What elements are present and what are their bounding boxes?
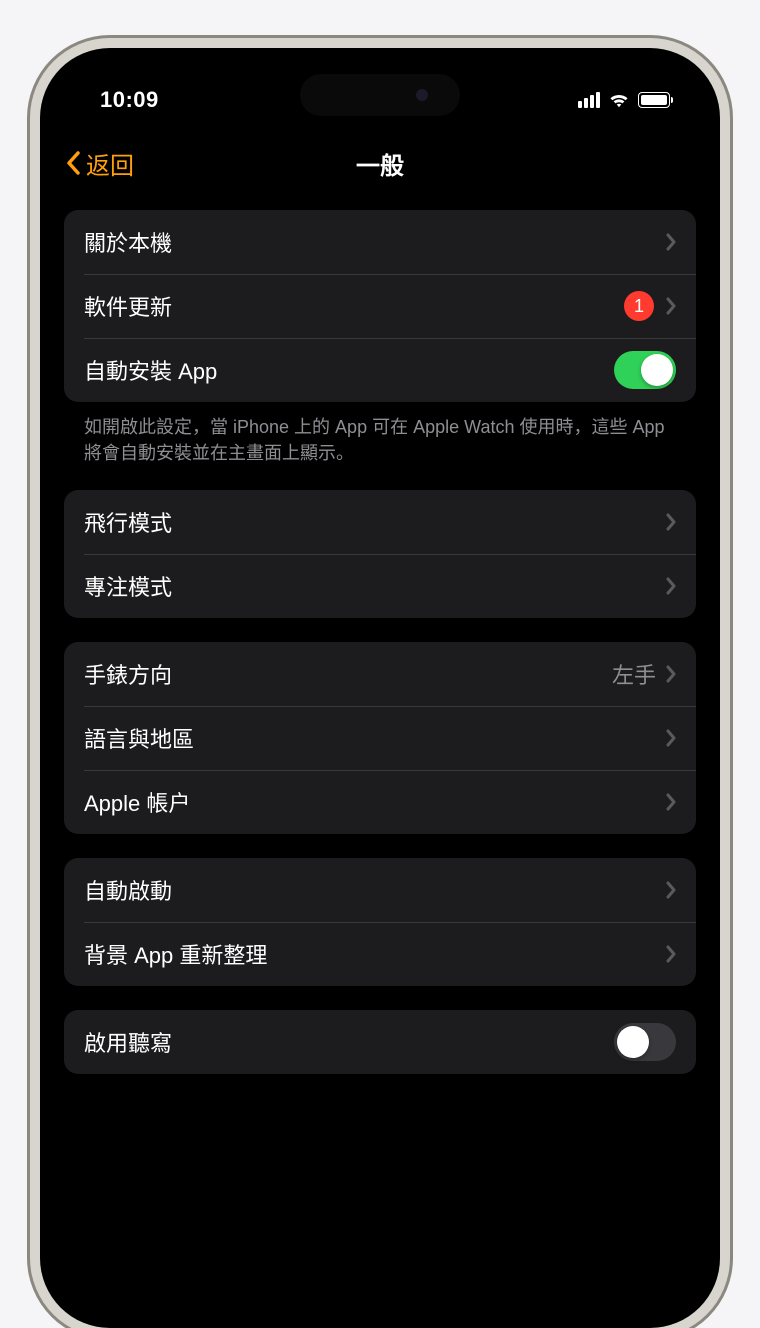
apple-account-row[interactable]: Apple 帳户 (64, 770, 696, 834)
settings-group-dictation: 啟用聽寫 (64, 1010, 696, 1074)
chevron-left-icon (66, 151, 82, 175)
auto-install-row: 自動安裝 App (64, 338, 696, 402)
dictation-row: 啟用聽寫 (64, 1010, 696, 1074)
chevron-right-icon (666, 881, 676, 899)
apple-account-label: Apple 帳户 (84, 786, 666, 818)
dynamic-island (300, 74, 460, 116)
back-label: 返回 (86, 146, 134, 181)
notification-badge: 1 (624, 291, 654, 321)
orientation-row[interactable]: 手錶方向 左手 (64, 642, 696, 706)
auto-install-toggle[interactable] (614, 351, 676, 389)
settings-group-general: 關於本機 軟件更新 1 自動安裝 App (64, 210, 696, 402)
settings-group-device: 手錶方向 左手 語言與地區 Apple 帳户 (64, 642, 696, 834)
status-time: 10:09 (100, 87, 159, 113)
chevron-right-icon (666, 665, 676, 683)
chevron-right-icon (666, 297, 676, 315)
back-button[interactable]: 返回 (66, 146, 134, 181)
orientation-label: 手錶方向 (84, 658, 612, 690)
auto-install-footer: 如開啟此設定，當 iPhone 上的 App 可在 Apple Watch 使用… (64, 402, 696, 466)
auto-launch-row[interactable]: 自動啟動 (64, 858, 696, 922)
about-label: 關於本機 (84, 226, 666, 258)
focus-mode-label: 專注模式 (84, 570, 666, 602)
dictation-label: 啟用聽寫 (84, 1026, 614, 1058)
dictation-toggle[interactable] (614, 1023, 676, 1061)
page-title: 一般 (356, 146, 404, 181)
language-region-row[interactable]: 語言與地區 (64, 706, 696, 770)
auto-install-label: 自動安裝 App (84, 354, 614, 386)
orientation-value: 左手 (612, 658, 656, 690)
battery-icon (638, 92, 670, 108)
content-area: 關於本機 軟件更新 1 自動安裝 App 如開啟此設定，當 iPhone 上的 … (40, 210, 720, 1074)
chevron-right-icon (666, 577, 676, 595)
focus-mode-row[interactable]: 專注模式 (64, 554, 696, 618)
airplane-mode-row[interactable]: 飛行模式 (64, 490, 696, 554)
wifi-icon (608, 91, 630, 109)
settings-group-modes: 飛行模式 專注模式 (64, 490, 696, 618)
background-refresh-label: 背景 App 重新整理 (84, 938, 666, 970)
settings-group-activity: 自動啟動 背景 App 重新整理 (64, 858, 696, 986)
software-update-label: 軟件更新 (84, 290, 624, 322)
about-row[interactable]: 關於本機 (64, 210, 696, 274)
chevron-right-icon (666, 729, 676, 747)
chevron-right-icon (666, 945, 676, 963)
background-refresh-row[interactable]: 背景 App 重新整理 (64, 922, 696, 986)
airplane-mode-label: 飛行模式 (84, 506, 666, 538)
chevron-right-icon (666, 233, 676, 251)
auto-launch-label: 自動啟動 (84, 874, 666, 906)
chevron-right-icon (666, 793, 676, 811)
phone-frame: 10:09 返回 一般 關於本機 (40, 48, 720, 1328)
software-update-row[interactable]: 軟件更新 1 (64, 274, 696, 338)
navigation-bar: 返回 一般 (40, 128, 720, 198)
language-region-label: 語言與地區 (84, 722, 666, 754)
status-indicators (578, 91, 670, 109)
cellular-signal-icon (578, 92, 600, 108)
chevron-right-icon (666, 513, 676, 531)
